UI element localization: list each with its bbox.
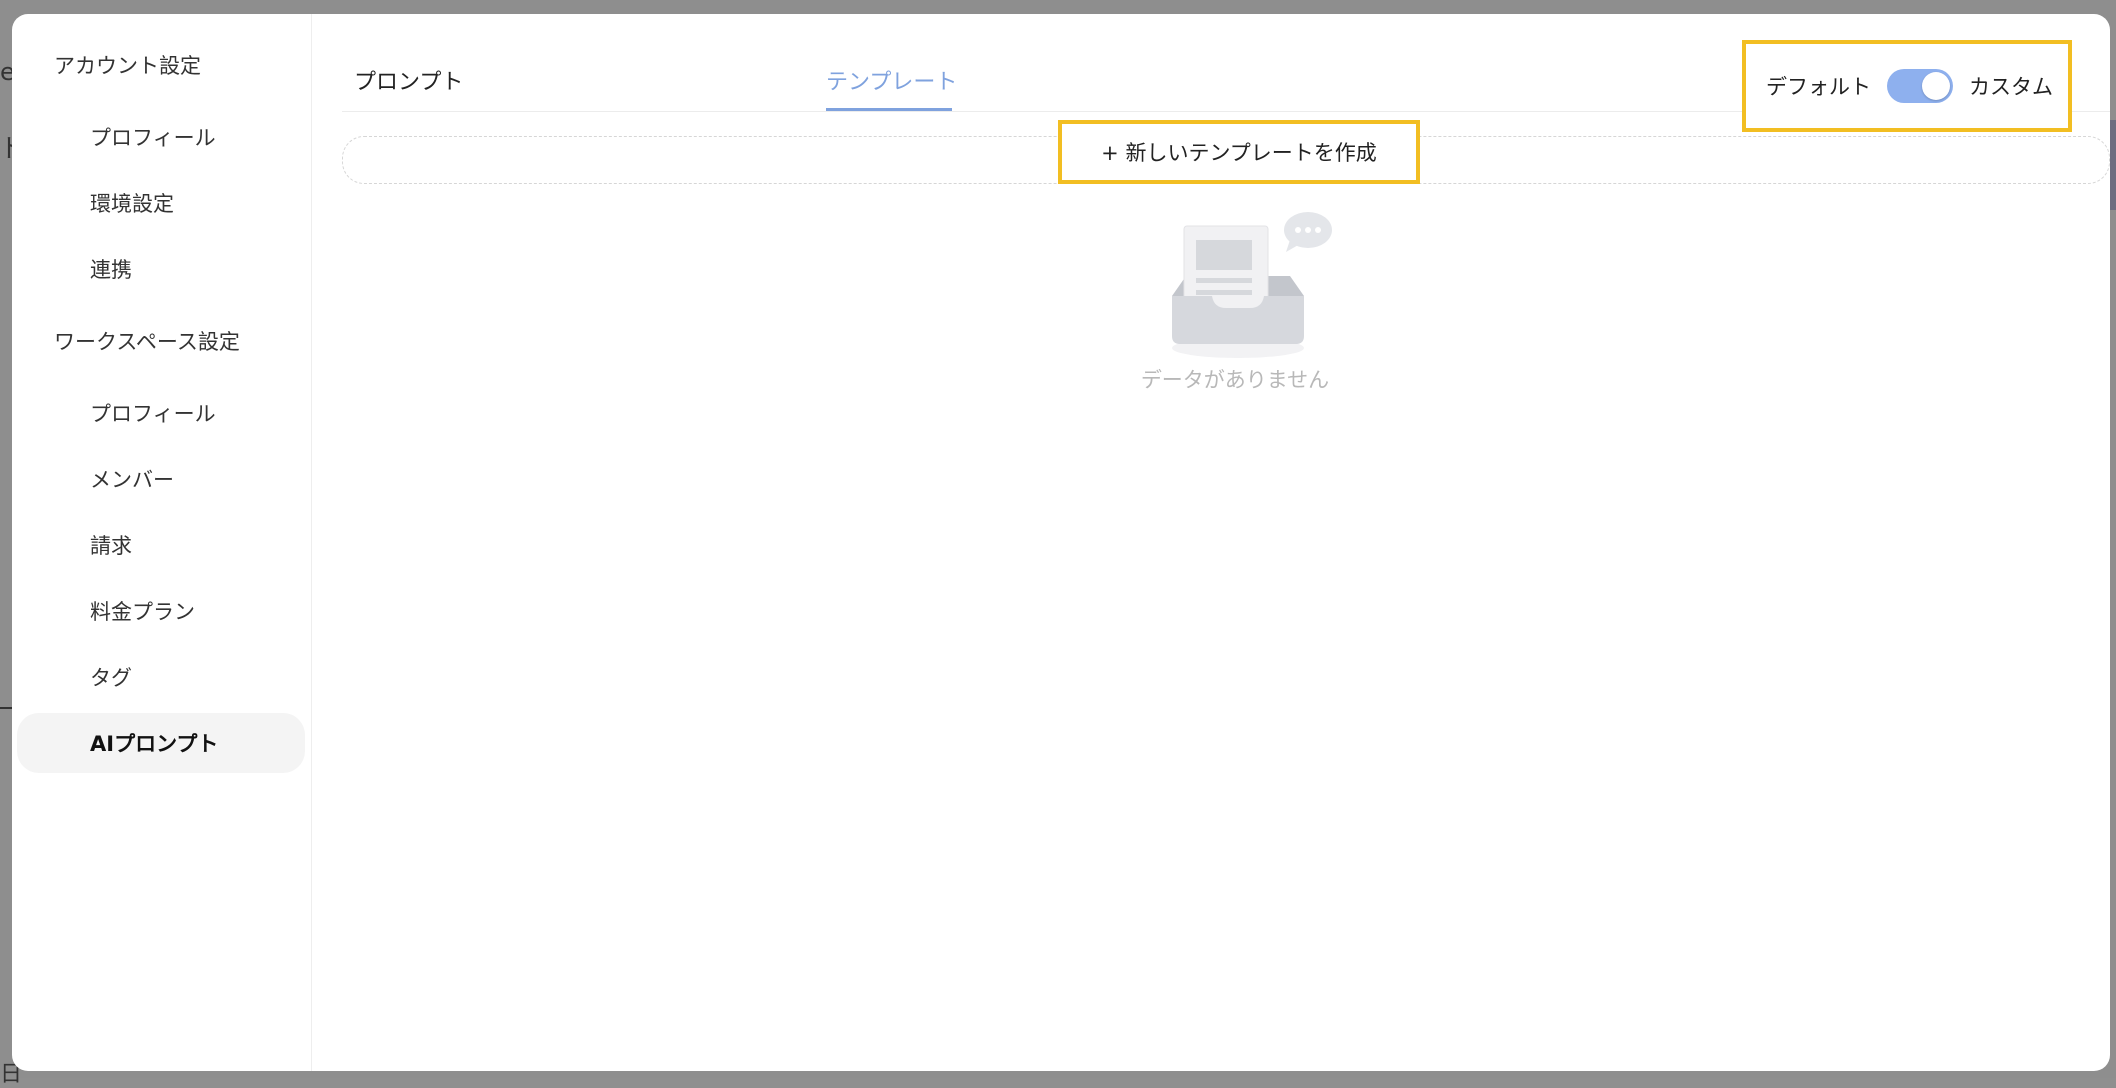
settings-modal: アカウント設定 プロフィール 環境設定 連携 ワークスペース設定 プロフィール … [12,14,2110,1071]
toggle-custom-label: カスタム [1969,75,2053,99]
default-custom-toggle-group: デフォルト カスタム [1742,40,2072,132]
workspace-settings-header: ワークスペース設定 [54,330,240,354]
tab-template[interactable]: テンプレート [826,64,957,96]
sidebar-item-workspace-profile[interactable]: プロフィール [90,398,216,428]
sidebar-item-preferences[interactable]: 環境設定 [90,188,174,218]
account-settings-header: アカウント設定 [54,54,201,78]
sidebar-item-tags[interactable]: タグ [90,662,132,692]
empty-state-text: データがありません [1140,368,1330,392]
tab-prompt[interactable]: プロンプト [354,64,463,96]
create-template-label: + 新しいテンプレートを作成 [1101,141,1377,165]
sidebar-item-pricing-plan[interactable]: 料金プラン [90,596,195,626]
default-custom-toggle[interactable] [1887,69,1953,103]
sidebar-item-ai-prompt-label: AIプロンプト [90,732,219,756]
sidebar-item-members[interactable]: メンバー [90,464,174,494]
empty-inbox-icon [1172,212,1332,358]
toggle-default-label: デフォルト [1766,75,1871,99]
sidebar-item-billing[interactable]: 請求 [90,530,132,560]
active-tab-indicator [826,108,952,111]
sidebar-item-integrations[interactable]: 連携 [90,254,132,284]
settings-sidebar: アカウント設定 プロフィール 環境設定 連携 ワークスペース設定 プロフィール … [12,14,312,1071]
create-template-button[interactable]: + 新しいテンプレートを作成 [1058,120,1420,184]
toggle-knob [1922,72,1950,100]
sidebar-item-account-profile[interactable]: プロフィール [90,122,216,152]
